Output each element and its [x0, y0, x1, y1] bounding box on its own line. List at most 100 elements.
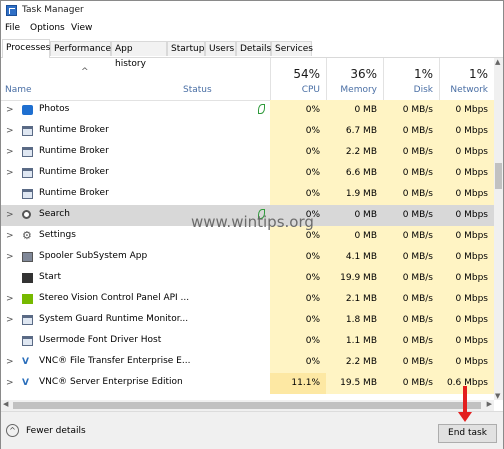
expand-chevron-icon[interactable]: > [6, 209, 14, 221]
table-row[interactable]: > V VNC® File Transfer Enterprise E... 0% 2.… [1, 352, 494, 373]
column-memory[interactable]: 36% Memory [326, 58, 383, 100]
expand-chevron-icon[interactable]: > [6, 125, 14, 137]
scroll-left-icon[interactable]: ◀ [3, 400, 8, 408]
memory-cell: 19.9 MB [326, 268, 383, 289]
expand-chevron-icon[interactable]: > [6, 230, 14, 242]
table-row[interactable]: > Photos 0% 0 MB 0 MB/s 0 Mbps [1, 100, 494, 121]
table-row[interactable]: > Runtime Broker 0% 6.7 MB 0 MB/s 0 Mbps [1, 121, 494, 142]
table-row[interactable]: > Runtime Broker 0% 6.6 MB 0 MB/s 0 Mbps [1, 163, 494, 184]
cpu-cell: 0% [270, 100, 326, 121]
expand-chevron-icon[interactable]: > [6, 251, 14, 263]
disk-cell: 0 MB/s [383, 121, 439, 142]
nvidia-icon [22, 294, 33, 304]
menu-view[interactable]: View [71, 23, 92, 33]
table-row[interactable]: > Runtime Broker 0% 2.2 MB 0 MB/s 0 Mbps [1, 142, 494, 163]
network-cell: 0 Mbps [455, 210, 488, 220]
cpu-cell: 0% [270, 163, 326, 184]
expand-chevron-icon[interactable]: > [6, 146, 14, 158]
disk-cell: 0 MB/s [383, 331, 439, 352]
process-name: Photos [39, 104, 70, 114]
vnc-icon: V [22, 357, 29, 367]
vertical-scroll-thumb[interactable] [495, 163, 502, 189]
column-network[interactable]: 1% Network [439, 58, 494, 100]
menu-options[interactable]: Options [30, 23, 65, 33]
disk-cell: 0 MB/s [383, 142, 439, 163]
tab-details[interactable]: Details [236, 41, 271, 56]
task-manager-window: Task Manager File Options View Processes… [0, 0, 504, 449]
memory-cell: 2.2 MB [326, 142, 383, 163]
search-icon [22, 210, 31, 219]
tab-bar: Processes Performance App history Startu… [1, 39, 503, 69]
table-row[interactable]: Start 0% 19.9 MB 0 MB/s 0 Mbps [1, 268, 494, 289]
table-row[interactable]: Usermode Font Driver Host 0% 1.1 MB 0 MB/s 0… [1, 331, 494, 352]
expand-chevron-icon[interactable]: > [6, 293, 14, 305]
memory-cell: 19.5 MB [326, 373, 383, 394]
memory-cell: 1.9 MB [326, 184, 383, 205]
table-row[interactable]: > System Guard Runtime Monitor... 0% 1.8 MB… [1, 310, 494, 331]
scroll-up-icon[interactable]: ▲ [495, 58, 500, 66]
expand-chevron-icon[interactable]: > [6, 377, 14, 389]
cpu-cell: 0% [270, 247, 326, 268]
printer-icon [22, 252, 33, 262]
chevron-up-icon[interactable]: ^ [6, 424, 19, 437]
process-name: VNC® File Transfer Enterprise E... [39, 356, 191, 366]
horizontal-scrollbar[interactable]: ◀ ▶ [1, 400, 494, 411]
network-cell: 0 Mbps [439, 247, 494, 268]
cpu-cell: 11.1% [270, 373, 326, 394]
network-cell: 0 Mbps [439, 226, 494, 247]
table-row[interactable]: Runtime Broker 0% 1.9 MB 0 MB/s 0 Mbps [1, 184, 494, 205]
expand-chevron-icon[interactable]: > [6, 104, 14, 116]
tab-users[interactable]: Users [205, 41, 236, 56]
process-name: Settings [39, 230, 76, 240]
table-row[interactable]: > Spooler SubSystem App 0% 4.1 MB 0 MB/s 0 Mb… [1, 247, 494, 268]
network-cell: 0 Mbps [439, 100, 494, 121]
disk-cell: 0 MB/s [383, 289, 439, 310]
memory-cell: 6.6 MB [326, 163, 383, 184]
disk-label: Disk [413, 85, 433, 95]
start-icon [22, 273, 33, 283]
scroll-right-icon[interactable]: ▶ [487, 400, 492, 408]
scroll-down-icon[interactable]: ▼ [495, 392, 500, 400]
window-icon [22, 147, 33, 157]
column-name[interactable]: Name [5, 85, 32, 95]
window-icon [22, 336, 33, 346]
disk-cell: 0 MB/s [383, 373, 439, 394]
tab-app-history[interactable]: App history [111, 41, 167, 69]
tab-processes[interactable]: Processes [2, 39, 50, 58]
expand-chevron-icon[interactable]: > [6, 167, 14, 179]
network-cell: 0 Mbps [439, 310, 494, 331]
network-cell: 0 Mbps [439, 289, 494, 310]
tab-services[interactable]: Services [271, 41, 313, 56]
disk-cell: 0 MB/s [383, 184, 439, 205]
task-manager-icon [6, 5, 17, 16]
network-cell: 0 Mbps [439, 121, 494, 142]
column-status[interactable]: Status [183, 85, 212, 95]
cpu-cell: 0% [270, 142, 326, 163]
memory-cell: 6.7 MB [326, 121, 383, 142]
fewer-details-link[interactable]: Fewer details [26, 426, 86, 436]
memory-cell: 0 MB [326, 100, 383, 121]
column-cpu[interactable]: 54% CPU [270, 58, 326, 100]
photos-icon [22, 105, 33, 115]
end-task-button[interactable]: End task [438, 424, 497, 443]
horizontal-scroll-thumb[interactable] [13, 402, 481, 409]
column-disk[interactable]: 1% Disk [383, 58, 439, 100]
table-row[interactable]: > V VNC® Server Enterprise Edition 11.1% 19.… [1, 373, 494, 394]
tab-performance[interactable]: Performance [50, 41, 111, 56]
process-name: Runtime Broker [39, 146, 109, 156]
cpu-cell: 0% [270, 331, 326, 352]
expand-chevron-icon[interactable]: > [6, 356, 14, 368]
process-name: Usermode Font Driver Host [39, 335, 162, 345]
menu-file[interactable]: File [5, 23, 20, 33]
process-name: System Guard Runtime Monitor... [39, 314, 189, 324]
window-title: Task Manager [22, 5, 84, 15]
expand-chevron-icon[interactable]: > [6, 314, 14, 326]
vertical-scrollbar[interactable]: ▲ ▼ [494, 58, 503, 400]
disk-cell: 0 MB/s [383, 100, 439, 121]
cpu-cell: 0% [270, 121, 326, 142]
memory-cell: 0 MB [326, 226, 383, 247]
tab-startup[interactable]: Startup [167, 41, 205, 56]
sort-up-icon: ^ [81, 67, 89, 77]
network-total: 1% [468, 67, 488, 81]
table-row[interactable]: > Stereo Vision Control Panel API ... 0% 2.… [1, 289, 494, 310]
